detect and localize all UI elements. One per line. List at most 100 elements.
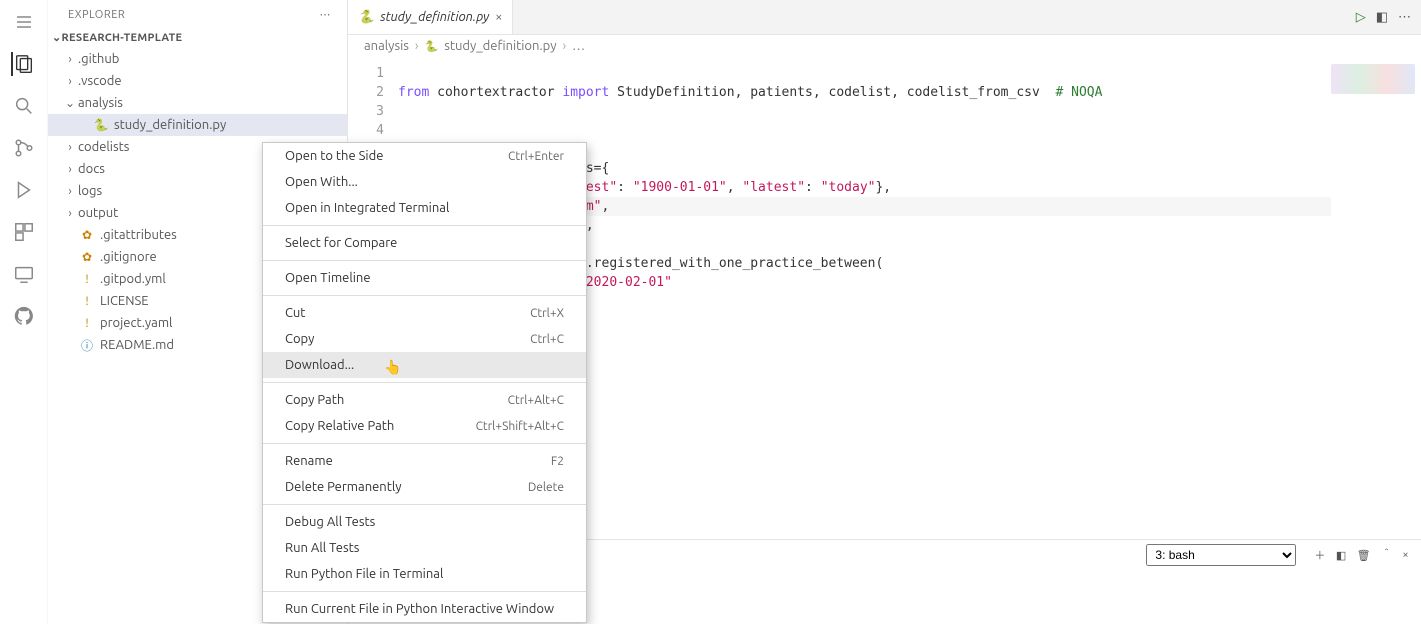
menu-item[interactable]: Run Current File in Python Interactive W… — [263, 596, 586, 622]
gear-icon: ✿ — [78, 228, 96, 242]
tree-item-label: analysis — [78, 96, 123, 110]
chevron-down-icon: ⌄ — [52, 31, 62, 44]
tree-item-label: project.yaml — [100, 316, 172, 330]
remote-icon[interactable] — [12, 262, 36, 286]
more-icon[interactable]: ⋯ — [320, 8, 332, 21]
breadcrumb-part[interactable]: analysis — [364, 39, 409, 53]
terminal-select[interactable]: 3: bash — [1146, 544, 1296, 566]
yml-icon: ! — [78, 295, 96, 308]
close-panel-icon[interactable]: × — [1402, 549, 1409, 561]
menu-item[interactable]: Open Timeline — [263, 265, 586, 291]
tree-item-label: .gitpod.yml — [100, 272, 166, 286]
extensions-icon[interactable] — [12, 220, 36, 244]
menu-item-label: Run Current File in Python Interactive W… — [285, 602, 554, 616]
run-icon[interactable]: ▷ — [1356, 10, 1366, 25]
github-icon[interactable] — [12, 304, 36, 328]
more-actions-icon[interactable]: ⋯ — [1398, 10, 1411, 25]
project-header[interactable]: ⌄ RESEARCH-TEMPLATE — [48, 27, 347, 48]
menu-item[interactable]: Run Python File in Terminal — [263, 561, 586, 587]
menu-item[interactable]: Copy Ctrl+C — [263, 326, 586, 352]
menu-item-label: Rename — [285, 454, 333, 468]
menu-item-shortcut: F2 — [551, 455, 564, 468]
menu-item-label: Select for Compare — [285, 236, 397, 250]
tree-item-label: study_definition.py — [114, 118, 226, 132]
menu-item[interactable]: Copy Path Ctrl+Alt+C — [263, 387, 586, 413]
tree-item-label: .gitignore — [100, 250, 157, 264]
info-icon: ⓘ — [78, 337, 96, 354]
menu-item-shortcut: Ctrl+C — [530, 333, 564, 346]
menu-item[interactable]: Debug All Tests — [263, 509, 586, 535]
minimap[interactable] — [1331, 58, 1421, 539]
tree-item-label: .gitattributes — [100, 228, 177, 242]
menu-item-label: Open to the Side — [285, 149, 383, 163]
chevron-right-icon: › — [62, 141, 78, 154]
breadcrumbs[interactable]: analysis › 🐍 study_definition.py › … — [348, 35, 1421, 58]
gear-icon: ✿ — [78, 250, 96, 264]
mouse-cursor-icon: 👆 — [384, 359, 401, 376]
sidebar-title: EXPLORER — [68, 9, 125, 21]
tree-item-label: README.md — [100, 338, 174, 352]
menu-item-shortcut: Ctrl+Alt+C — [508, 394, 564, 407]
trash-icon[interactable]: 🗑 — [1357, 549, 1371, 562]
menu-item[interactable]: Delete Permanently Delete — [263, 474, 586, 500]
tab-study-definition[interactable]: 🐍 study_definition.py × — [348, 0, 513, 34]
folder-item[interactable]: ›.github — [48, 48, 347, 70]
menu-item-label: Download... — [285, 358, 354, 372]
menu-item-label: Copy Relative Path — [285, 419, 394, 433]
tab-bar: 🐍 study_definition.py × ▷ ◧ ⋯ — [348, 0, 1421, 35]
chevron-right-icon: › — [62, 207, 78, 220]
file-item[interactable]: 🐍 study_definition.py — [48, 114, 347, 136]
menu-item-shortcut: Ctrl+Enter — [508, 150, 564, 163]
tree-item-label: codelists — [78, 140, 129, 154]
chevron-right-icon: › — [62, 185, 78, 198]
close-tab-icon[interactable]: × — [495, 10, 502, 24]
explorer-icon[interactable] — [11, 52, 35, 76]
run-debug-icon[interactable] — [12, 178, 36, 202]
folder-item[interactable]: ›.vscode — [48, 70, 347, 92]
yml-icon: ! — [78, 317, 96, 330]
menu-item-shortcut: Ctrl+Shift+Alt+C — [476, 420, 564, 433]
menu-item[interactable]: Download... — [263, 352, 586, 378]
yml-icon: ! — [78, 273, 96, 286]
folder-item[interactable]: ⌄analysis — [48, 92, 347, 114]
tab-label: study_definition.py — [380, 10, 489, 24]
tree-item-label: output — [78, 206, 118, 220]
split-terminal-icon[interactable]: ◧ — [1336, 549, 1347, 562]
tree-item-label: LICENSE — [100, 294, 149, 308]
menu-icon[interactable] — [12, 10, 36, 34]
chevron-right-icon: › — [563, 39, 567, 53]
menu-item-label: Copy Path — [285, 393, 344, 407]
menu-item-label: Run All Tests — [285, 541, 359, 555]
menu-item[interactable]: Select for Compare — [263, 230, 586, 256]
menu-item[interactable]: Run All Tests — [263, 535, 586, 561]
menu-item-shortcut: Ctrl+X — [530, 307, 564, 320]
menu-item[interactable]: Open With... — [263, 169, 586, 195]
menu-item-shortcut: Delete — [528, 481, 564, 494]
menu-item-label: Run Python File in Terminal — [285, 567, 443, 581]
breadcrumb-part[interactable]: study_definition.py — [444, 39, 556, 53]
tree-item-label: .github — [78, 52, 119, 66]
py-icon: 🐍 — [92, 118, 110, 132]
menu-item-label: Copy — [285, 332, 314, 346]
menu-item[interactable]: Open to the Side Ctrl+Enter — [263, 143, 586, 169]
chevron-down-icon: ⌄ — [62, 96, 78, 110]
split-editor-icon[interactable]: ◧ — [1376, 10, 1388, 25]
menu-item-label: Open With... — [285, 175, 358, 189]
menu-item-label: Open Timeline — [285, 271, 371, 285]
context-menu: Open to the Side Ctrl+Enter Open With... Op… — [262, 142, 587, 623]
python-icon: 🐍 — [425, 40, 439, 53]
menu-item[interactable]: Rename F2 — [263, 448, 586, 474]
maximize-panel-icon[interactable]: ＾ — [1381, 547, 1392, 563]
menu-item[interactable]: Cut Ctrl+X — [263, 300, 586, 326]
chevron-right-icon: › — [62, 75, 78, 88]
source-control-icon[interactable] — [12, 136, 36, 160]
tree-item-label: .vscode — [78, 74, 122, 88]
menu-item-label: Cut — [285, 306, 305, 320]
breadcrumb-part[interactable]: … — [572, 39, 585, 53]
new-terminal-icon[interactable]: ＋ — [1314, 547, 1325, 563]
search-icon[interactable] — [12, 94, 36, 118]
menu-item-label: Debug All Tests — [285, 515, 375, 529]
menu-item[interactable]: Copy Relative Path Ctrl+Shift+Alt+C — [263, 413, 586, 439]
menu-item-label: Delete Permanently — [285, 480, 401, 494]
menu-item[interactable]: Open in Integrated Terminal — [263, 195, 586, 221]
